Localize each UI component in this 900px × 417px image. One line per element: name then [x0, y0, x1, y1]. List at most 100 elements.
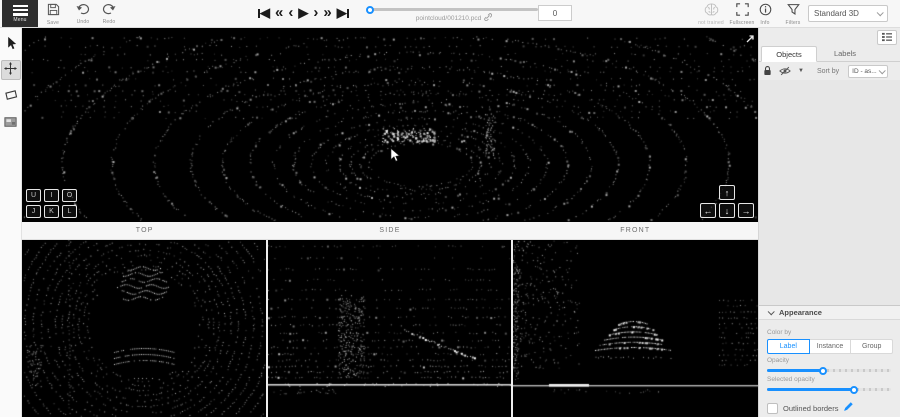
arrow-right-button[interactable]: → [738, 203, 754, 218]
expand-view-icon[interactable] [745, 31, 755, 49]
viewport-3d[interactable]: U I O J K L ↑ ← ↓ → [22, 28, 758, 222]
hamburger-icon [13, 5, 28, 16]
fast-rewind-button[interactable]: « [273, 4, 285, 22]
lock-all-button[interactable] [763, 64, 772, 79]
appearance-body: Color by Label Instance Group Opacity Se… [759, 320, 900, 417]
sort-select[interactable]: ID - as... [848, 65, 888, 78]
tab-labels[interactable]: Labels [817, 45, 873, 61]
selected-opacity-slider[interactable] [767, 388, 891, 391]
previous-icon: ‹ [288, 4, 293, 22]
panel-layout-button[interactable] [877, 30, 897, 45]
caret-down-icon: ▼ [798, 68, 804, 74]
object-list[interactable] [759, 80, 900, 305]
side-view-label: SIDE [267, 222, 512, 239]
undo-button[interactable]: Undo [70, 0, 96, 28]
pointcloud-3d-canvas[interactable] [22, 28, 758, 222]
color-mode-label-button[interactable]: Label [767, 339, 810, 354]
previous-frame-button[interactable]: ‹ [286, 4, 295, 22]
cuboid-icon [4, 89, 18, 104]
pencil-icon[interactable] [843, 399, 854, 417]
color-mode-segmented: Label Instance Group [767, 339, 893, 354]
link-icon [484, 13, 492, 23]
next-icon: › [313, 4, 318, 22]
outlined-borders-row: Outlined borders [767, 399, 892, 417]
arrow-up-button[interactable]: ↑ [719, 185, 735, 200]
mode-select-value: Standard 3D [814, 9, 859, 18]
fast-forward-button[interactable]: » [321, 4, 333, 22]
camera-key-hints: U I O J K L [26, 189, 77, 218]
brain-icon [704, 3, 719, 19]
play-button[interactable]: ▶ [296, 4, 310, 22]
undo-icon [76, 3, 90, 18]
move-icon [4, 62, 17, 78]
key-l-button[interactable]: L [62, 205, 77, 218]
right-panel: Objects Labels ▼ Sort by ID - as... Appe… [758, 28, 900, 417]
list-icon [881, 30, 893, 45]
info-icon [759, 3, 772, 19]
sort-by-label: Sort by [817, 68, 839, 75]
arrow-down-button[interactable]: ↓ [719, 203, 735, 218]
annotation-app: Menu Save Undo Redo ◀ « ‹ ▶ › » ▶ [0, 0, 900, 417]
front-view-canvas[interactable] [513, 240, 758, 417]
opacity-slider[interactable] [767, 369, 891, 372]
panel-top-bar [759, 28, 900, 45]
play-icon: ▶ [298, 4, 308, 22]
hide-all-button[interactable] [779, 64, 791, 79]
side-view-canvas[interactable] [268, 240, 511, 417]
filters-label: Filters [785, 20, 800, 26]
sort-select-value: ID - as... [852, 68, 877, 75]
save-label: Save [47, 20, 59, 26]
pointer-icon [5, 36, 17, 53]
ai-model-button[interactable]: not trained [696, 0, 726, 28]
key-i-button[interactable]: I [44, 189, 59, 202]
info-label: Info [760, 20, 769, 26]
outlined-borders-checkbox[interactable] [767, 403, 778, 414]
rewind-icon: « [275, 4, 283, 22]
color-mode-group-button[interactable]: Group [851, 339, 893, 354]
lock-icon [763, 64, 772, 79]
key-o-button[interactable]: O [62, 189, 77, 202]
save-button[interactable]: Save [40, 0, 66, 28]
fast-forward-icon: » [323, 4, 331, 22]
tool-rail [0, 28, 22, 417]
appearance-title: Appearance [779, 308, 822, 317]
tab-objects[interactable]: Objects [761, 46, 817, 62]
eye-off-icon [779, 64, 791, 79]
info-button[interactable]: Info [752, 0, 778, 28]
filter-icon [787, 3, 800, 19]
file-row: pointcloud/001210.pcd [370, 13, 538, 23]
frame-slider[interactable] [370, 8, 538, 11]
filters-button[interactable]: Filters [780, 0, 806, 28]
ortho-views [22, 240, 758, 417]
key-j-button[interactable]: J [26, 205, 41, 218]
top-toolbar: Menu Save Undo Redo ◀ « ‹ ▶ › » ▶ [0, 0, 900, 28]
color-mode-instance-button[interactable]: Instance [810, 339, 852, 354]
appearance-section-header[interactable]: Appearance [759, 305, 900, 320]
outlined-borders-label: Outlined borders [783, 404, 838, 413]
image-view-tool-button[interactable] [1, 112, 21, 132]
expand-list-button[interactable]: ▼ [798, 68, 804, 74]
image-icon [4, 115, 17, 130]
mode-select[interactable]: Standard 3D [808, 5, 888, 22]
opacity-slider-handle[interactable] [819, 367, 827, 375]
skip-to-end-button[interactable]: ▶ [335, 4, 351, 22]
move-tool-button[interactable] [1, 60, 21, 80]
next-frame-button[interactable]: › [311, 4, 320, 22]
menu-button[interactable]: Menu [2, 0, 38, 27]
list-controls: ▼ Sort by ID - as... [759, 62, 900, 80]
key-k-button[interactable]: K [44, 205, 59, 218]
cuboid-tool-button[interactable] [1, 86, 21, 106]
top-view-canvas[interactable] [22, 240, 266, 417]
redo-button[interactable]: Redo [96, 0, 122, 28]
redo-icon [102, 3, 116, 18]
selected-opacity-label: Selected opacity [767, 376, 892, 383]
frame-number-input[interactable] [538, 5, 572, 21]
selected-opacity-slider-handle[interactable] [850, 386, 858, 394]
key-u-button[interactable]: U [26, 189, 41, 202]
redo-label: Redo [103, 19, 116, 25]
nav-arrow-pad: ↑ ← ↓ → [700, 185, 754, 218]
floppy-icon [47, 3, 60, 19]
select-tool-button[interactable] [1, 34, 21, 54]
skip-to-start-button[interactable]: ◀ [256, 4, 272, 22]
arrow-left-button[interactable]: ← [700, 203, 716, 218]
